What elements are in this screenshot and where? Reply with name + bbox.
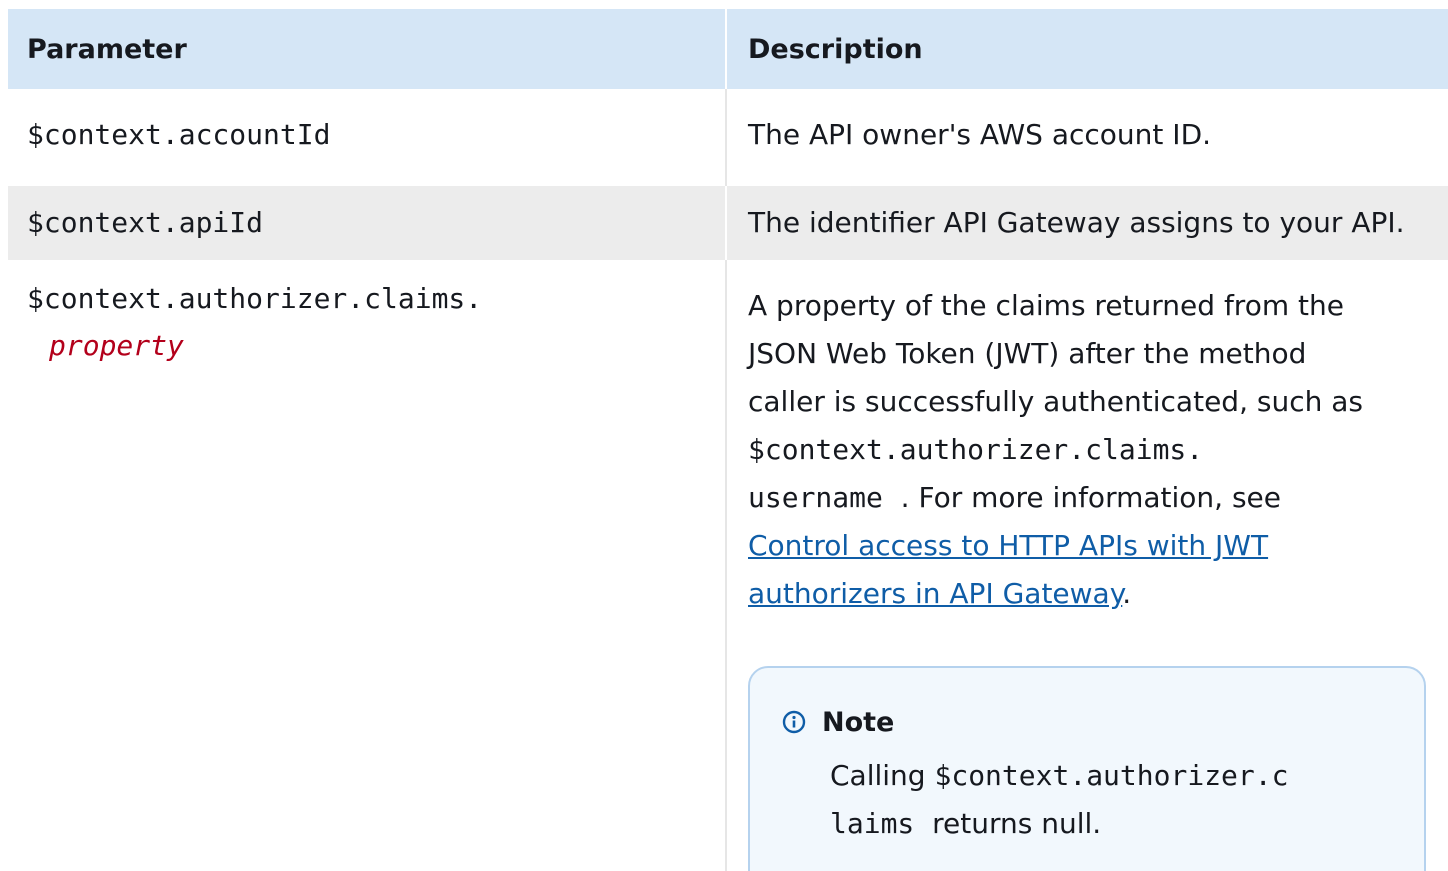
column-header-parameter: Parameter bbox=[8, 9, 727, 89]
parameters-table: Parameter Description $context.accountId… bbox=[8, 9, 1448, 871]
page: Parameter Description $context.accountId… bbox=[0, 0, 1448, 871]
parameter-cell: $context.authorizer.claims. property bbox=[8, 260, 727, 871]
info-icon bbox=[782, 710, 806, 734]
inline-code: username bbox=[748, 481, 883, 514]
table-row: $context.apiId The identifier API Gatewa… bbox=[8, 186, 1448, 260]
table-row: $context.accountId The API owner's AWS a… bbox=[8, 89, 1448, 186]
parameter-name: $context.apiId bbox=[27, 206, 264, 239]
description-text: The identifier API Gateway assigns to yo… bbox=[748, 206, 1405, 239]
note-callout: Note Calling $context.authorizer.claims … bbox=[748, 666, 1426, 871]
parameter-cell: $context.apiId bbox=[8, 186, 727, 260]
description-cell: The identifier API Gateway assigns to yo… bbox=[726, 186, 1448, 260]
parameter-cell: $context.accountId bbox=[8, 89, 727, 186]
parameter-placeholder: property bbox=[49, 329, 184, 362]
inline-code: $context.authorizer.claims. bbox=[748, 433, 1204, 466]
note-header: Note bbox=[782, 702, 1424, 742]
note-body-suffix: returns null. bbox=[932, 807, 1102, 840]
table-header: Parameter Description bbox=[8, 9, 1448, 89]
note-title: Note bbox=[822, 706, 895, 738]
description-middle: . For more information, see bbox=[900, 481, 1281, 514]
note-body: Calling $context.authorizer.claims retur… bbox=[782, 752, 1300, 848]
description-cell: A property of the claims returned from t… bbox=[726, 260, 1448, 871]
description-text: The API owner's AWS account ID. bbox=[748, 118, 1212, 151]
table-row: $context.authorizer.claims. property A p… bbox=[8, 260, 1448, 871]
description-suffix: . bbox=[1122, 577, 1132, 610]
note-body-prefix: Calling bbox=[830, 759, 926, 792]
description-prefix: A property of the claims returned from t… bbox=[748, 289, 1363, 418]
parameter-name: $context.authorizer.claims. bbox=[27, 282, 483, 315]
jwt-authorizers-link[interactable]: Control access to HTTP APIs with JWT aut… bbox=[748, 529, 1268, 610]
description-cell: The API owner's AWS account ID. bbox=[726, 89, 1448, 186]
column-header-description: Description bbox=[748, 33, 923, 65]
description-text: A property of the claims returned from t… bbox=[748, 282, 1388, 618]
parameter-name: $context.accountId bbox=[27, 118, 331, 151]
